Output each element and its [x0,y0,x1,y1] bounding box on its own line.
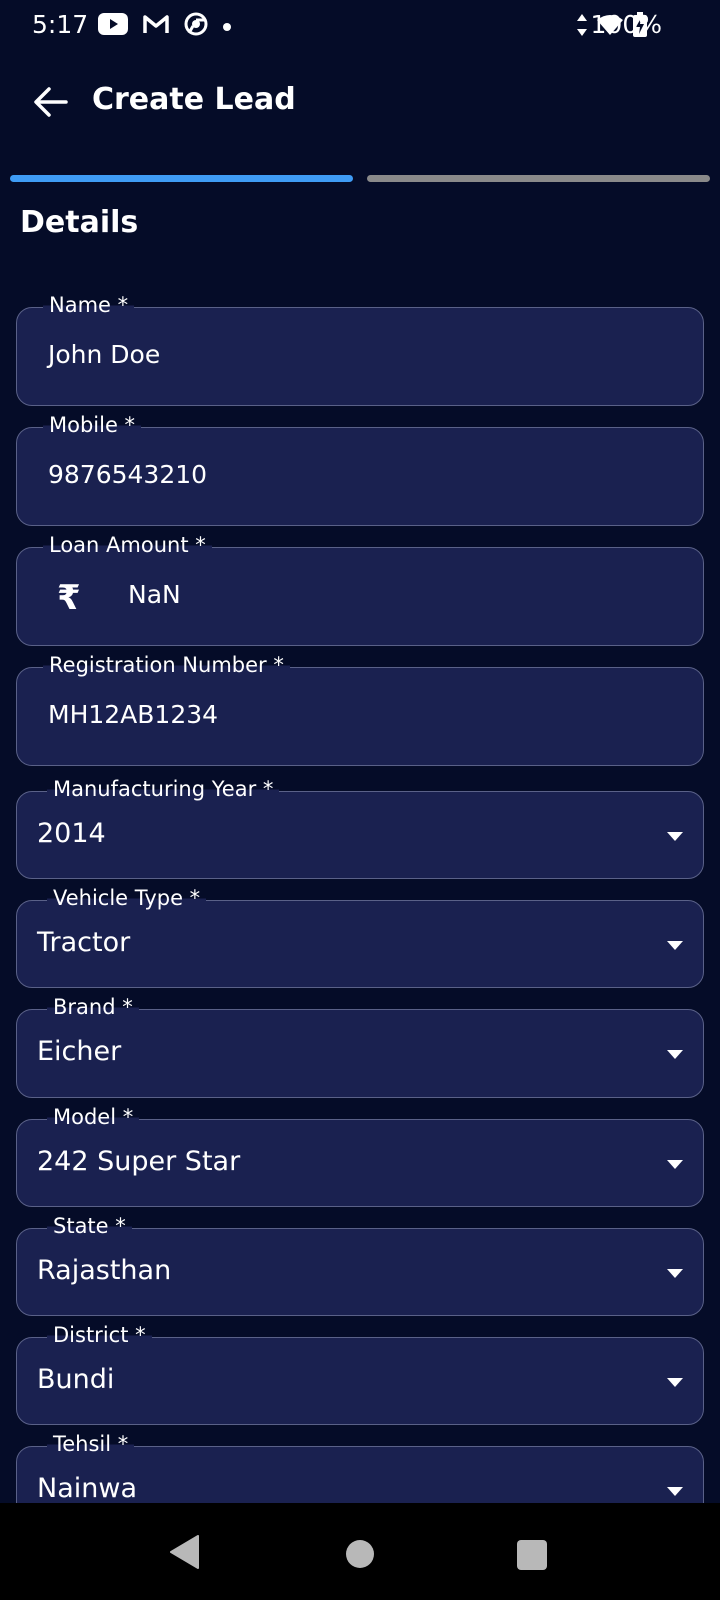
state-label: State * [47,1212,132,1240]
loan-amount-label: Loan Amount * [43,531,212,559]
chevron-down-icon [667,1160,683,1169]
youtube-icon [98,13,128,39]
registration-number-label: Registration Number * [43,651,290,679]
manufacturing-year-select[interactable]: Manufacturing Year * 2014 [16,775,704,879]
registration-number-field[interactable]: Registration Number * MH12AB1234 [16,651,704,766]
status-time: 5:17 [32,10,89,39]
dot-icon [222,17,232,36]
chevron-down-icon [667,941,683,950]
step-2-indicator [367,175,710,182]
chevron-down-icon [667,1487,683,1496]
vehicle-type-label: Vehicle Type * [47,884,207,912]
vehicle-type-value: Tractor [37,927,131,958]
mobile-field[interactable]: Mobile * 9876543210 [16,411,704,526]
app-header: Create Lead [0,48,720,158]
system-nav-bar [0,1503,720,1600]
nav-recents-button[interactable] [517,1540,547,1570]
page-title: Create Lead [92,82,296,117]
battery-percentage: 100% [590,10,662,39]
brand-label: Brand * [47,993,139,1021]
nav-back-button[interactable] [170,1535,200,1573]
name-label: Name * [43,291,135,319]
model-label: Model * [47,1103,140,1131]
step-progress [10,175,710,183]
mobile-value: 9876543210 [48,460,208,489]
state-value: Rajasthan [37,1255,172,1286]
back-button[interactable] [26,80,74,128]
brand-select[interactable]: Brand * Eicher [16,993,704,1098]
manufacturing-year-label: Manufacturing Year * [47,775,280,803]
nav-home-button[interactable] [346,1540,374,1568]
mobile-label: Mobile * [43,411,142,439]
registration-number-value: MH12AB1234 [48,700,219,729]
chevron-down-icon [667,1269,683,1278]
manufacturing-year-value: 2014 [37,818,106,849]
brand-value: Eicher [37,1036,122,1067]
name-value: John Doe [48,340,161,369]
vehicle-type-select[interactable]: Vehicle Type * Tractor [16,884,704,988]
create-lead-screen: 5:17 100% Create Lead Details Name * Joh… [0,0,720,1600]
section-title: Details [20,205,139,240]
gmail-icon [142,13,170,39]
tehsil-value: Nainwa [37,1473,137,1504]
district-select[interactable]: District * Bundi [16,1321,704,1425]
model-value: 242 Super Star [37,1146,241,1177]
district-label: District * [47,1321,152,1349]
district-value: Bundi [37,1364,115,1395]
chevron-down-icon [667,832,683,841]
chevron-down-icon [667,1378,683,1387]
notification-icons [98,12,232,40]
loan-amount-value: NaN [128,580,181,609]
name-field[interactable]: Name * John Doe [16,291,704,406]
tehsil-label: Tehsil * [47,1430,135,1458]
status-bar: 5:17 100% [0,0,720,48]
step-1-indicator [10,175,353,182]
state-select[interactable]: State * Rajasthan [16,1212,704,1316]
rupee-icon: ₹ [57,578,81,618]
loan-amount-field[interactable]: Loan Amount * ₹ NaN [16,531,704,646]
arrow-left-icon [32,86,68,122]
chevron-down-icon [667,1050,683,1059]
chrome-icon [184,12,208,40]
data-arrows-icon [576,13,588,41]
model-select[interactable]: Model * 242 Super Star [16,1103,704,1207]
